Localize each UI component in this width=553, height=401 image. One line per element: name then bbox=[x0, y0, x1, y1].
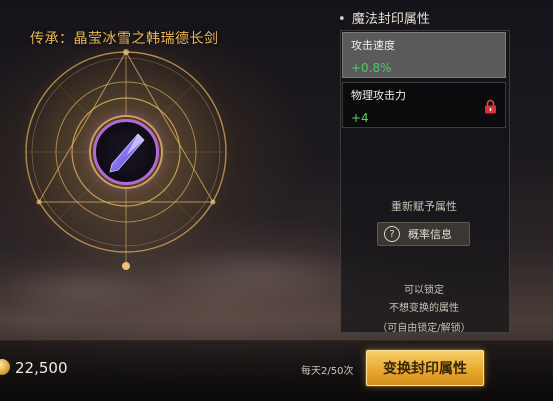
probability-info-button[interactable]: ? 概率信息 bbox=[377, 222, 470, 246]
gold-amount: 22,500 bbox=[15, 359, 68, 377]
reroll-label: 重新赋予属性 bbox=[391, 200, 457, 213]
lock-hint-line-1: 可以锁定 bbox=[404, 285, 444, 296]
panel-title: • 魔法封印属性 bbox=[338, 8, 430, 27]
lock-hint-line-3: （可自由锁定/解锁） bbox=[377, 323, 471, 334]
attribute-name: 物理攻击力 bbox=[351, 89, 406, 102]
panel-title-text: 魔法封印属性 bbox=[351, 12, 430, 27]
attribute-value: +4 bbox=[351, 111, 369, 125]
change-seal-attribute-button[interactable]: 变换封印属性 bbox=[366, 350, 484, 386]
attribute-name: 攻击速度 bbox=[351, 39, 395, 52]
attribute-physical-attack[interactable]: 物理攻击力 +4 bbox=[342, 82, 506, 128]
probability-info-label: 概率信息 bbox=[408, 228, 452, 241]
lock-icon[interactable] bbox=[484, 99, 497, 114]
panel-title-bullet: • bbox=[338, 12, 346, 27]
question-icon: ? bbox=[384, 226, 400, 242]
attribute-attack-speed[interactable]: 攻击速度 +0.8% bbox=[342, 32, 506, 78]
attribute-value: +0.8% bbox=[351, 61, 392, 75]
crystal-sword-icon bbox=[109, 133, 145, 173]
item-slot[interactable] bbox=[93, 119, 159, 185]
lock-hint-line-2: 不想变换的属性 bbox=[389, 303, 459, 314]
daily-limit: 每天2/50次 bbox=[301, 366, 354, 377]
